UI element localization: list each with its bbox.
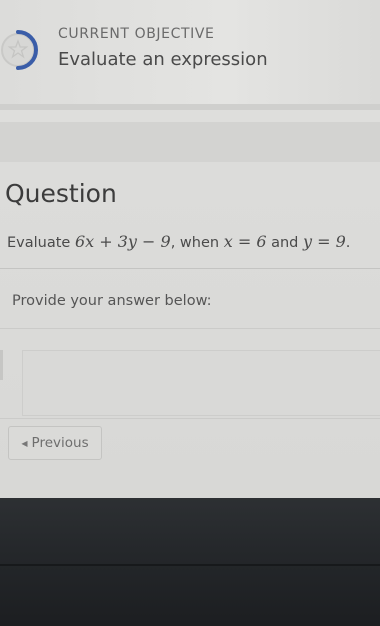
chevron-left-icon: ◀	[21, 438, 28, 448]
question-prefix: Evaluate	[7, 235, 75, 251]
previous-button[interactable]: ◀ Previous	[8, 426, 102, 460]
footer-area	[0, 498, 380, 626]
objective-header: CURRENT OBJECTIVE Evaluate an expression	[0, 0, 380, 104]
input-edge	[0, 350, 3, 380]
question-suffix: .	[345, 235, 351, 251]
star-progress-icon	[1, 30, 38, 70]
question-and: and	[266, 235, 303, 251]
page: CURRENT OBJECTIVE Evaluate an expression…	[0, 0, 380, 626]
answer-prompt: Provide your answer below:	[12, 293, 212, 309]
divider	[0, 418, 380, 419]
divider	[0, 110, 380, 122]
answer-input[interactable]	[22, 350, 380, 416]
question-card: Question Evaluate 6x + 3y − 9, when x = …	[0, 162, 380, 498]
objective-title: Evaluate an expression	[58, 49, 268, 70]
question-middle: , when	[170, 235, 224, 251]
question-heading: Question	[5, 179, 117, 208]
math-condition-y: y = 9	[303, 232, 346, 251]
math-condition-x: x = 6	[223, 232, 267, 251]
objective-label: CURRENT OBJECTIVE	[58, 26, 215, 42]
divider	[0, 564, 380, 566]
divider	[0, 328, 380, 329]
divider	[0, 268, 380, 269]
divider	[0, 122, 380, 162]
math-expression: 6x + 3y − 9	[74, 232, 171, 251]
previous-button-label: Previous	[31, 435, 89, 451]
question-text: Evaluate 6x + 3y − 9, when x = 6 and y =…	[7, 232, 350, 251]
